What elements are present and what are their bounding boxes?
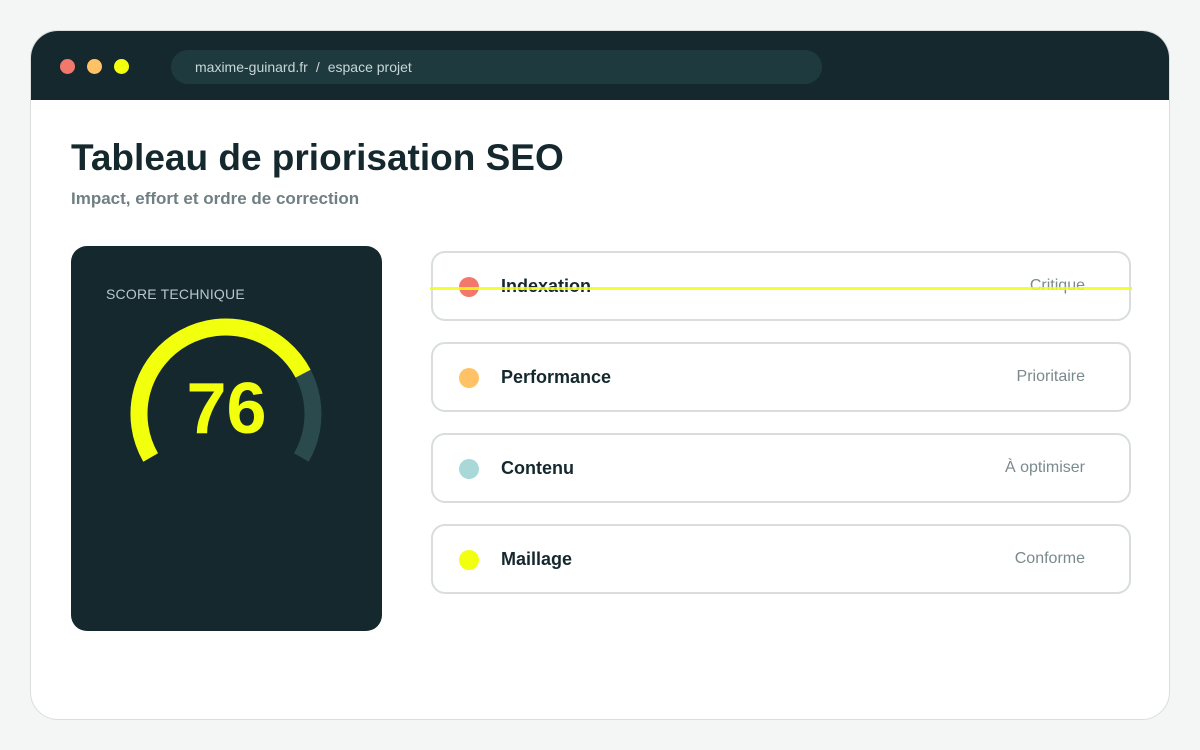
url-separator: / [315,59,320,75]
app-window: maxime-guinard.fr / espace projet Tableau … [30,30,1170,720]
address-bar[interactable]: maxime-guinard.fr / espace projet [171,50,822,84]
window-titlebar: maxime-guinard.fr / espace projet [31,31,1169,100]
close-window-icon[interactable] [60,59,75,74]
item-name: Contenu [501,458,574,478]
score-card: SCORE TECHNIQUE 76 [71,246,382,631]
highlight-line [430,287,1132,290]
score-value: 76 [186,369,267,449]
item-status: Prioritaire [1016,368,1085,385]
status-dot-icon [459,550,479,570]
item-status: À optimiser [1004,459,1085,476]
url-domain: maxime-guinard.fr [195,59,308,75]
item-name: Indexation [501,276,592,296]
item-status: Conforme [1014,550,1085,567]
page-title: Tableau de priorisation SEO [71,137,564,178]
item-status: Critique [1029,277,1085,294]
priority-item-performance[interactable]: Performance Prioritaire [431,342,1131,412]
priority-item-maillage[interactable]: Maillage Conforme [431,524,1131,594]
url-path: espace projet [327,59,412,75]
item-name: Maillage [501,549,573,569]
status-dot-icon [459,368,479,388]
minimize-window-icon[interactable] [87,59,102,74]
page-subtitle: Impact, effort et ordre de correction [71,189,360,208]
priority-item-contenu[interactable]: Contenu À optimiser [431,433,1131,503]
status-dot-icon [459,459,479,479]
priority-item-indexation[interactable]: Indexation Critique [431,251,1131,321]
item-name: Performance [501,367,612,387]
maximize-window-icon[interactable] [114,59,129,74]
